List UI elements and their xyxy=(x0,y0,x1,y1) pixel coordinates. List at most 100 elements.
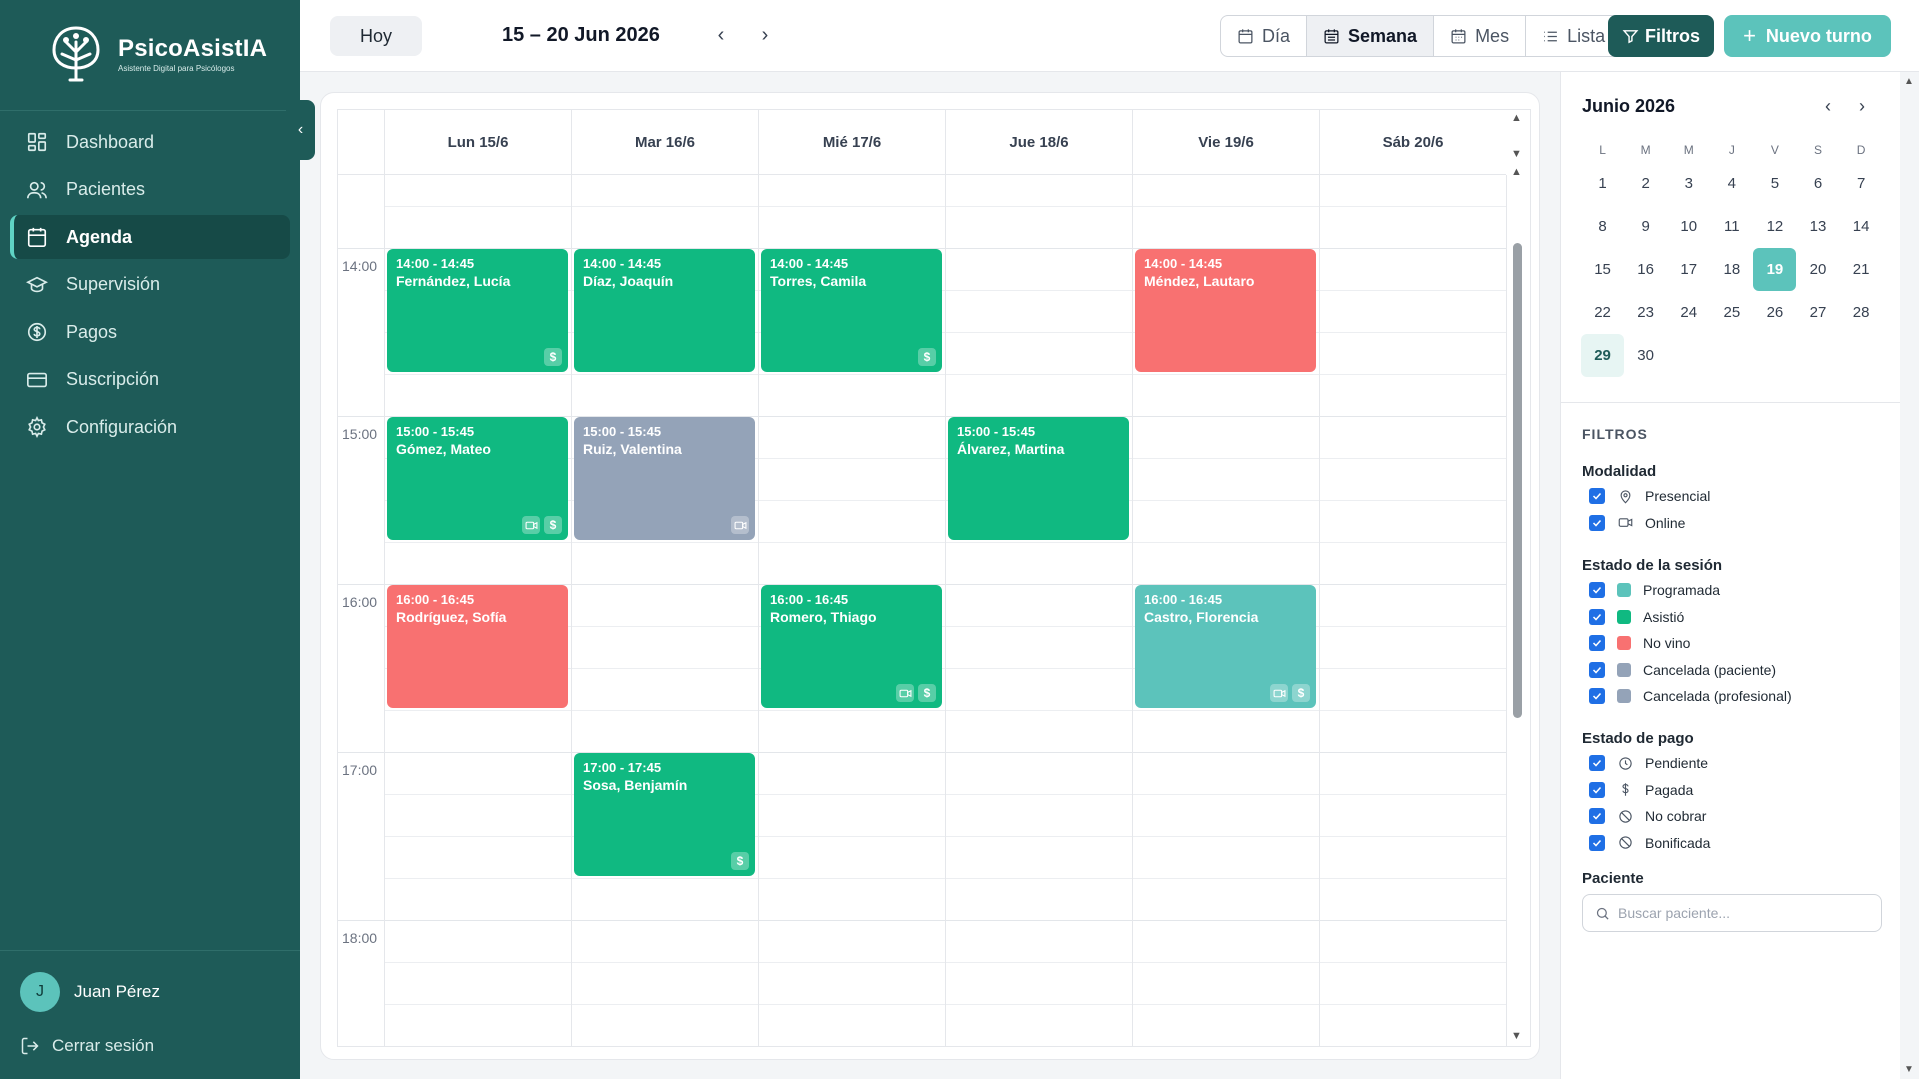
appointment-event[interactable]: 15:00 - 15:45 Ruiz, Valentina xyxy=(574,417,755,540)
mini-day[interactable]: 8 xyxy=(1581,205,1624,248)
filter-option[interactable]: No vino xyxy=(1589,635,1690,651)
logout-button[interactable]: Cerrar sesión xyxy=(20,1036,154,1056)
mini-day[interactable]: 6 xyxy=(1796,162,1839,205)
appointment-event[interactable]: 16:00 - 16:45 Rodríguez, Sofía xyxy=(387,585,568,708)
mini-next-month-button[interactable]: › xyxy=(1859,96,1865,117)
sidebar-item-dashboard[interactable]: Dashboard xyxy=(10,120,290,164)
next-week-button[interactable]: › xyxy=(752,22,778,48)
calendar-body[interactable]: 14:00 15:00 16:00 17:00 18:00 14:00 - 14:45 Fe… xyxy=(338,175,1507,1046)
user-profile[interactable]: J Juan Pérez xyxy=(20,972,160,1012)
brand-logo[interactable]: PsicoAsistIA Asistente Digital para Psic… xyxy=(44,22,267,86)
page-scrollbar[interactable]: ▲ ▼ xyxy=(1900,72,1919,1079)
mini-day[interactable]: 26 xyxy=(1753,291,1796,334)
sidebar-item-agenda[interactable]: Agenda xyxy=(10,215,290,259)
scroll-thumb[interactable] xyxy=(1513,243,1522,718)
patient-search[interactable] xyxy=(1582,894,1882,932)
checkbox-checked[interactable] xyxy=(1589,488,1605,504)
view-day-button[interactable]: Día xyxy=(1221,16,1308,56)
mini-day[interactable]: 9 xyxy=(1624,205,1667,248)
day-column-header[interactable]: Lun 15/6 xyxy=(384,110,571,175)
day-column-header[interactable]: Jue 18/6 xyxy=(945,110,1132,175)
sidebar-item-suscripcion[interactable]: Suscripción xyxy=(10,358,290,402)
filter-option[interactable]: Bonificada xyxy=(1589,834,1710,851)
prev-week-button[interactable]: ‹ xyxy=(708,22,734,48)
mini-day[interactable]: 16 xyxy=(1624,248,1667,291)
mini-day[interactable]: 17 xyxy=(1667,248,1710,291)
mini-day[interactable]: 30 xyxy=(1624,334,1667,377)
sidebar-item-pacientes[interactable]: Pacientes xyxy=(10,168,290,212)
mini-day[interactable]: 15 xyxy=(1581,248,1624,291)
today-button[interactable]: Hoy xyxy=(330,16,422,56)
appointment-event[interactable]: 14:00 - 14:45 Fernández, Lucía $ xyxy=(387,249,568,372)
appointment-event[interactable]: 15:00 - 15:45 Gómez, Mateo $ xyxy=(387,417,568,540)
appointment-event[interactable]: 16:00 - 16:45 Romero, Thiago $ xyxy=(761,585,942,708)
mini-day[interactable]: 13 xyxy=(1796,205,1839,248)
checkbox-checked[interactable] xyxy=(1589,608,1605,625)
filter-option[interactable]: Pagada xyxy=(1589,781,1693,798)
checkbox-checked[interactable] xyxy=(1589,582,1605,598)
scroll-up-icon[interactable]: ▲ xyxy=(1511,166,1522,178)
filter-option[interactable]: Cancelada (paciente) xyxy=(1589,661,1776,678)
new-appointment-button[interactable]: + Nuevo turno xyxy=(1724,15,1891,57)
scroll-down-icon[interactable]: ▼ xyxy=(1904,1064,1914,1075)
mini-day[interactable]: 21 xyxy=(1840,248,1883,291)
day-column-header[interactable]: Vie 19/6 xyxy=(1132,110,1319,175)
sidebar-item-configuracion[interactable]: Configuración xyxy=(10,405,290,449)
mini-day[interactable]: 23 xyxy=(1624,291,1667,334)
view-list-button[interactable]: Lista xyxy=(1526,16,1621,56)
view-week-button[interactable]: Semana xyxy=(1307,16,1435,56)
filters-button[interactable]: Filtros xyxy=(1608,15,1714,57)
mini-day[interactable]: 25 xyxy=(1710,291,1753,334)
checkbox-checked[interactable] xyxy=(1589,635,1605,651)
scroll-up-icon[interactable]: ▲ xyxy=(1511,112,1522,124)
mini-day[interactable]: 11 xyxy=(1710,205,1753,248)
checkbox-checked[interactable] xyxy=(1589,688,1605,704)
appointment-event[interactable]: 14:00 - 14:45 Díaz, Joaquín xyxy=(574,249,755,372)
appointment-event[interactable]: 17:00 - 17:45 Sosa, Benjamín $ xyxy=(574,753,755,876)
mini-day[interactable]: 20 xyxy=(1796,248,1839,291)
mini-day[interactable]: 7 xyxy=(1840,162,1883,205)
scroll-down-icon[interactable]: ▼ xyxy=(1511,1030,1522,1042)
calendar-scrollbar[interactable]: ▲ ▼ ▲ ▼ xyxy=(1504,110,1530,1046)
mini-day[interactable]: 22 xyxy=(1581,291,1624,334)
mini-day[interactable]: 28 xyxy=(1840,291,1883,334)
filter-option[interactable]: Cancelada (profesional) xyxy=(1589,688,1792,704)
patient-search-input[interactable] xyxy=(1618,905,1858,921)
checkbox-checked[interactable] xyxy=(1589,781,1605,798)
scroll-down-icon[interactable]: ▼ xyxy=(1511,148,1522,160)
mini-day[interactable]: 24 xyxy=(1667,291,1710,334)
checkbox-checked[interactable] xyxy=(1589,514,1605,531)
checkbox-checked[interactable] xyxy=(1589,755,1605,771)
mini-day[interactable]: 19 xyxy=(1753,248,1797,291)
checkbox-checked[interactable] xyxy=(1589,808,1605,824)
filter-option[interactable]: Pendiente xyxy=(1589,755,1708,771)
day-column-header[interactable]: Sáb 20/6 xyxy=(1319,110,1506,175)
mini-day[interactable]: 1 xyxy=(1581,162,1624,205)
filter-option[interactable]: Programada xyxy=(1589,582,1720,598)
view-month-button[interactable]: Mes xyxy=(1434,16,1527,56)
sidebar-item-supervision[interactable]: Supervisión xyxy=(10,263,290,307)
mini-day[interactable]: 29 xyxy=(1581,334,1625,377)
mini-day[interactable]: 4 xyxy=(1710,162,1753,205)
appointment-event[interactable]: 15:00 - 15:45 Álvarez, Martina xyxy=(948,417,1129,540)
checkbox-checked[interactable] xyxy=(1589,661,1605,678)
mini-day[interactable]: 27 xyxy=(1796,291,1839,334)
mini-day[interactable]: 5 xyxy=(1753,162,1796,205)
mini-prev-month-button[interactable]: ‹ xyxy=(1825,96,1831,117)
scroll-up-icon[interactable]: ▲ xyxy=(1904,76,1914,87)
appointment-event[interactable]: 14:00 - 14:45 Torres, Camila $ xyxy=(761,249,942,372)
appointment-event[interactable]: 14:00 - 14:45 Méndez, Lautaro xyxy=(1135,249,1316,372)
appointment-event[interactable]: 16:00 - 16:45 Castro, Florencia $ xyxy=(1135,585,1316,708)
collapse-sidebar-button[interactable]: ‹ xyxy=(286,100,315,160)
mini-day[interactable]: 3 xyxy=(1667,162,1710,205)
filter-option[interactable]: Online xyxy=(1589,514,1685,531)
checkbox-checked[interactable] xyxy=(1589,834,1605,851)
filter-option[interactable]: Presencial xyxy=(1589,488,1710,504)
mini-day[interactable]: 18 xyxy=(1710,248,1753,291)
mini-day[interactable]: 10 xyxy=(1667,205,1710,248)
day-column-header[interactable]: Mié 17/6 xyxy=(758,110,945,175)
mini-day[interactable]: 12 xyxy=(1753,205,1796,248)
filter-option[interactable]: No cobrar xyxy=(1589,808,1706,824)
sidebar-item-pagos[interactable]: Pagos xyxy=(10,310,290,354)
mini-day[interactable]: 14 xyxy=(1840,205,1883,248)
